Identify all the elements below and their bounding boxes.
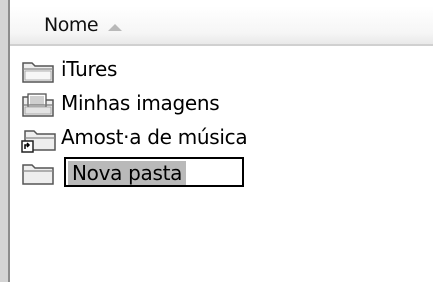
music-folder-shortcut-icon	[20, 125, 58, 153]
list-item-label: iTures	[61, 57, 118, 81]
list-item-itunes[interactable]: iTures	[10, 54, 433, 88]
list-item-label: Minhas imagens	[61, 91, 220, 115]
list-item-amostra-de-musica[interactable]: Amost·a de música	[10, 122, 433, 156]
sort-ascending-icon	[108, 24, 122, 31]
rename-input-selected-text[interactable]: Nova pasta	[68, 161, 187, 185]
explorer-window: Nome iTures Minhas imagens Amost·a de mú…	[0, 0, 433, 282]
list-item-nova-pasta[interactable]: Nova pasta	[10, 156, 433, 190]
pictures-folder-icon	[20, 91, 58, 119]
folder-icon	[20, 57, 58, 85]
pane-bottom	[10, 272, 433, 282]
list-item-label: Amost·a de música	[61, 125, 248, 149]
file-list-pane[interactable]: Nome iTures Minhas imagens Amost·a de mú…	[8, 0, 433, 282]
column-header-label: Nome	[44, 14, 99, 36]
new-folder-icon	[20, 159, 58, 187]
column-header-name[interactable]: Nome	[10, 6, 433, 46]
rename-input[interactable]: Nova pasta	[64, 157, 244, 187]
list-item-minhas-imagens[interactable]: Minhas imagens	[10, 88, 433, 122]
